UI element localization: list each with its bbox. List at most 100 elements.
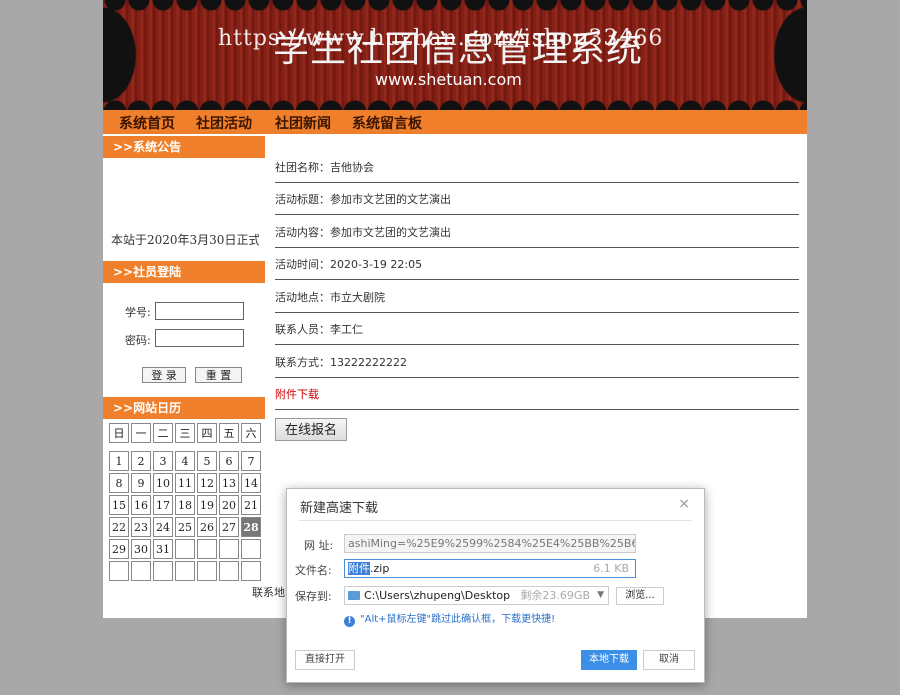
activity-place-text: 活动地点：市立大剧院 xyxy=(275,291,385,304)
chevron-down-icon: ▼ xyxy=(597,590,604,600)
contact-phone-text: 联系方式：13222222222 xyxy=(275,356,407,369)
weekday-cell: 日 xyxy=(109,423,129,443)
day-cell[interactable]: 14 xyxy=(241,473,261,493)
save-path-text: C:\Users\zhupeng\Desktop xyxy=(364,589,511,602)
day-cell[interactable]: 2 xyxy=(131,451,151,471)
day-cell[interactable]: 29 xyxy=(109,539,129,559)
save-path-select[interactable]: C:\Users\zhupeng\Desktop 剩余23.69GB ▼ xyxy=(344,586,609,605)
detail-activity-content: 活动内容：参加市文艺团的文艺演出 xyxy=(275,215,799,248)
url-label: 网 址: xyxy=(304,539,334,552)
weekday-cell: 五 xyxy=(219,423,239,443)
day-cell xyxy=(131,561,151,581)
open-directly-button[interactable]: 直接打开 xyxy=(295,650,355,670)
day-cell[interactable]: 15 xyxy=(109,495,129,515)
url-field[interactable]: ashiMing=%25E9%2599%2584%25E4%25BB%25B6.… xyxy=(344,534,636,553)
header-banner: 学生社团信息管理系统 https://www.huzhan.com/ishop3… xyxy=(103,0,807,110)
day-cell xyxy=(219,539,239,559)
dialog-title: 新建高速下载 xyxy=(300,501,379,516)
notice-header: >>系统公告 xyxy=(103,136,265,158)
online-signup-button[interactable]: 在线报名 xyxy=(275,418,347,441)
dialog-divider xyxy=(299,520,692,521)
saveto-label: 保存到: xyxy=(295,590,332,603)
nav-activities[interactable]: 社团活动 xyxy=(196,113,252,133)
shortcut-tip: ! "Alt+鼠标左键"跳过此确认框，下载更快捷! xyxy=(344,610,555,627)
detail-contact-person: 联系人员：李工仁 xyxy=(275,312,799,345)
weekday-cell: 三 xyxy=(175,423,195,443)
day-cell[interactable]: 16 xyxy=(131,495,151,515)
filename-input[interactable]: 附件.zip 6.1 KB xyxy=(344,559,636,578)
notice-marquee: 本站于2020年3月30日正式开 xyxy=(111,233,259,247)
login-header-label: >>社员登陆 xyxy=(113,265,182,279)
calendar-header-label: >>网站日历 xyxy=(113,401,182,415)
nav-guestbook[interactable]: 系统留言板 xyxy=(352,113,422,133)
calendar: 日 一 二 三 四 五 六 1 2 3 4 5 6 7 8 9 10 11 12… xyxy=(107,421,263,583)
activity-content-text: 活动内容：参加市文艺团的文艺演出 xyxy=(275,226,451,239)
day-cell[interactable]: 13 xyxy=(219,473,239,493)
calendar-header: >>网站日历 xyxy=(103,397,265,419)
banner-curtain-left xyxy=(103,0,141,110)
footer-contact: 联系地 xyxy=(252,586,285,599)
day-cell[interactable]: 12 xyxy=(197,473,217,493)
filename-label: 文件名: xyxy=(295,564,332,577)
day-cell[interactable]: 18 xyxy=(175,495,195,515)
student-id-input[interactable] xyxy=(155,302,244,320)
contact-person-text: 联系人员：李工仁 xyxy=(275,323,363,336)
local-download-button[interactable]: 本地下载 xyxy=(581,650,637,670)
day-cell[interactable]: 26 xyxy=(197,517,217,537)
calendar-week: 15 16 17 18 19 20 21 xyxy=(109,495,261,515)
day-cell[interactable]: 5 xyxy=(197,451,217,471)
day-cell[interactable]: 19 xyxy=(197,495,217,515)
day-cell[interactable]: 30 xyxy=(131,539,151,559)
day-cell[interactable]: 21 xyxy=(241,495,261,515)
cancel-button[interactable]: 取消 xyxy=(643,650,695,670)
detail-activity-place: 活动地点：市立大剧院 xyxy=(275,280,799,313)
day-cell[interactable]: 1 xyxy=(109,451,129,471)
day-cell[interactable]: 24 xyxy=(153,517,173,537)
filename-selected-text: 附件 xyxy=(348,562,370,575)
activity-time-text: 活动时间：2020-3-19 22:05 xyxy=(275,258,423,271)
day-cell[interactable]: 10 xyxy=(153,473,173,493)
day-cell[interactable]: 3 xyxy=(153,451,173,471)
info-icon: ! xyxy=(344,616,355,627)
close-icon[interactable]: × xyxy=(678,496,690,512)
detail-contact-phone: 联系方式：13222222222 xyxy=(275,345,799,378)
day-cell xyxy=(197,561,217,581)
day-cell xyxy=(241,539,261,559)
day-cell[interactable]: 27 xyxy=(219,517,239,537)
weekday-cell: 二 xyxy=(153,423,173,443)
day-cell[interactable]: 9 xyxy=(131,473,151,493)
detail-activity-time: 活动时间：2020-3-19 22:05 xyxy=(275,247,799,280)
student-id-label: 学号: xyxy=(125,306,151,319)
day-cell[interactable]: 7 xyxy=(241,451,261,471)
calendar-week: 22 23 24 25 26 27 28 xyxy=(109,517,261,537)
reset-button[interactable]: 重 置 xyxy=(195,367,242,383)
day-cell[interactable]: 25 xyxy=(175,517,195,537)
nav-home[interactable]: 系统首页 xyxy=(119,113,175,133)
password-input[interactable] xyxy=(155,329,244,347)
day-cell-today[interactable]: 28 xyxy=(241,517,261,537)
browse-button[interactable]: 浏览... xyxy=(616,587,664,605)
download-dialog: 新建高速下载 × 网 址: ashiMing=%25E9%2599%2584%2… xyxy=(286,488,705,683)
attachment-download-link[interactable]: 附件下载 xyxy=(275,386,319,402)
day-cell[interactable]: 6 xyxy=(219,451,239,471)
day-cell xyxy=(109,561,129,581)
free-space: 剩余23.69GB xyxy=(520,589,590,602)
day-cell[interactable]: 31 xyxy=(153,539,173,559)
day-cell xyxy=(175,539,195,559)
notice-header-label: >>系统公告 xyxy=(113,140,182,154)
login-button[interactable]: 登 录 xyxy=(142,367,186,383)
login-header: >>社员登陆 xyxy=(103,261,265,283)
banner-scallop-top xyxy=(103,0,807,18)
day-cell[interactable]: 4 xyxy=(175,451,195,471)
day-cell[interactable]: 22 xyxy=(109,517,129,537)
nav-news[interactable]: 社团新闻 xyxy=(275,113,331,133)
day-cell[interactable]: 17 xyxy=(153,495,173,515)
weekday-cell: 四 xyxy=(197,423,217,443)
day-cell[interactable]: 20 xyxy=(219,495,239,515)
detail-activity-title: 活动标题：参加市文艺团的文艺演出 xyxy=(275,182,799,215)
weekday-cell: 六 xyxy=(241,423,261,443)
day-cell[interactable]: 11 xyxy=(175,473,195,493)
site-domain: www.shetuan.com xyxy=(375,70,522,89)
day-cell[interactable]: 23 xyxy=(131,517,151,537)
day-cell[interactable]: 8 xyxy=(109,473,129,493)
